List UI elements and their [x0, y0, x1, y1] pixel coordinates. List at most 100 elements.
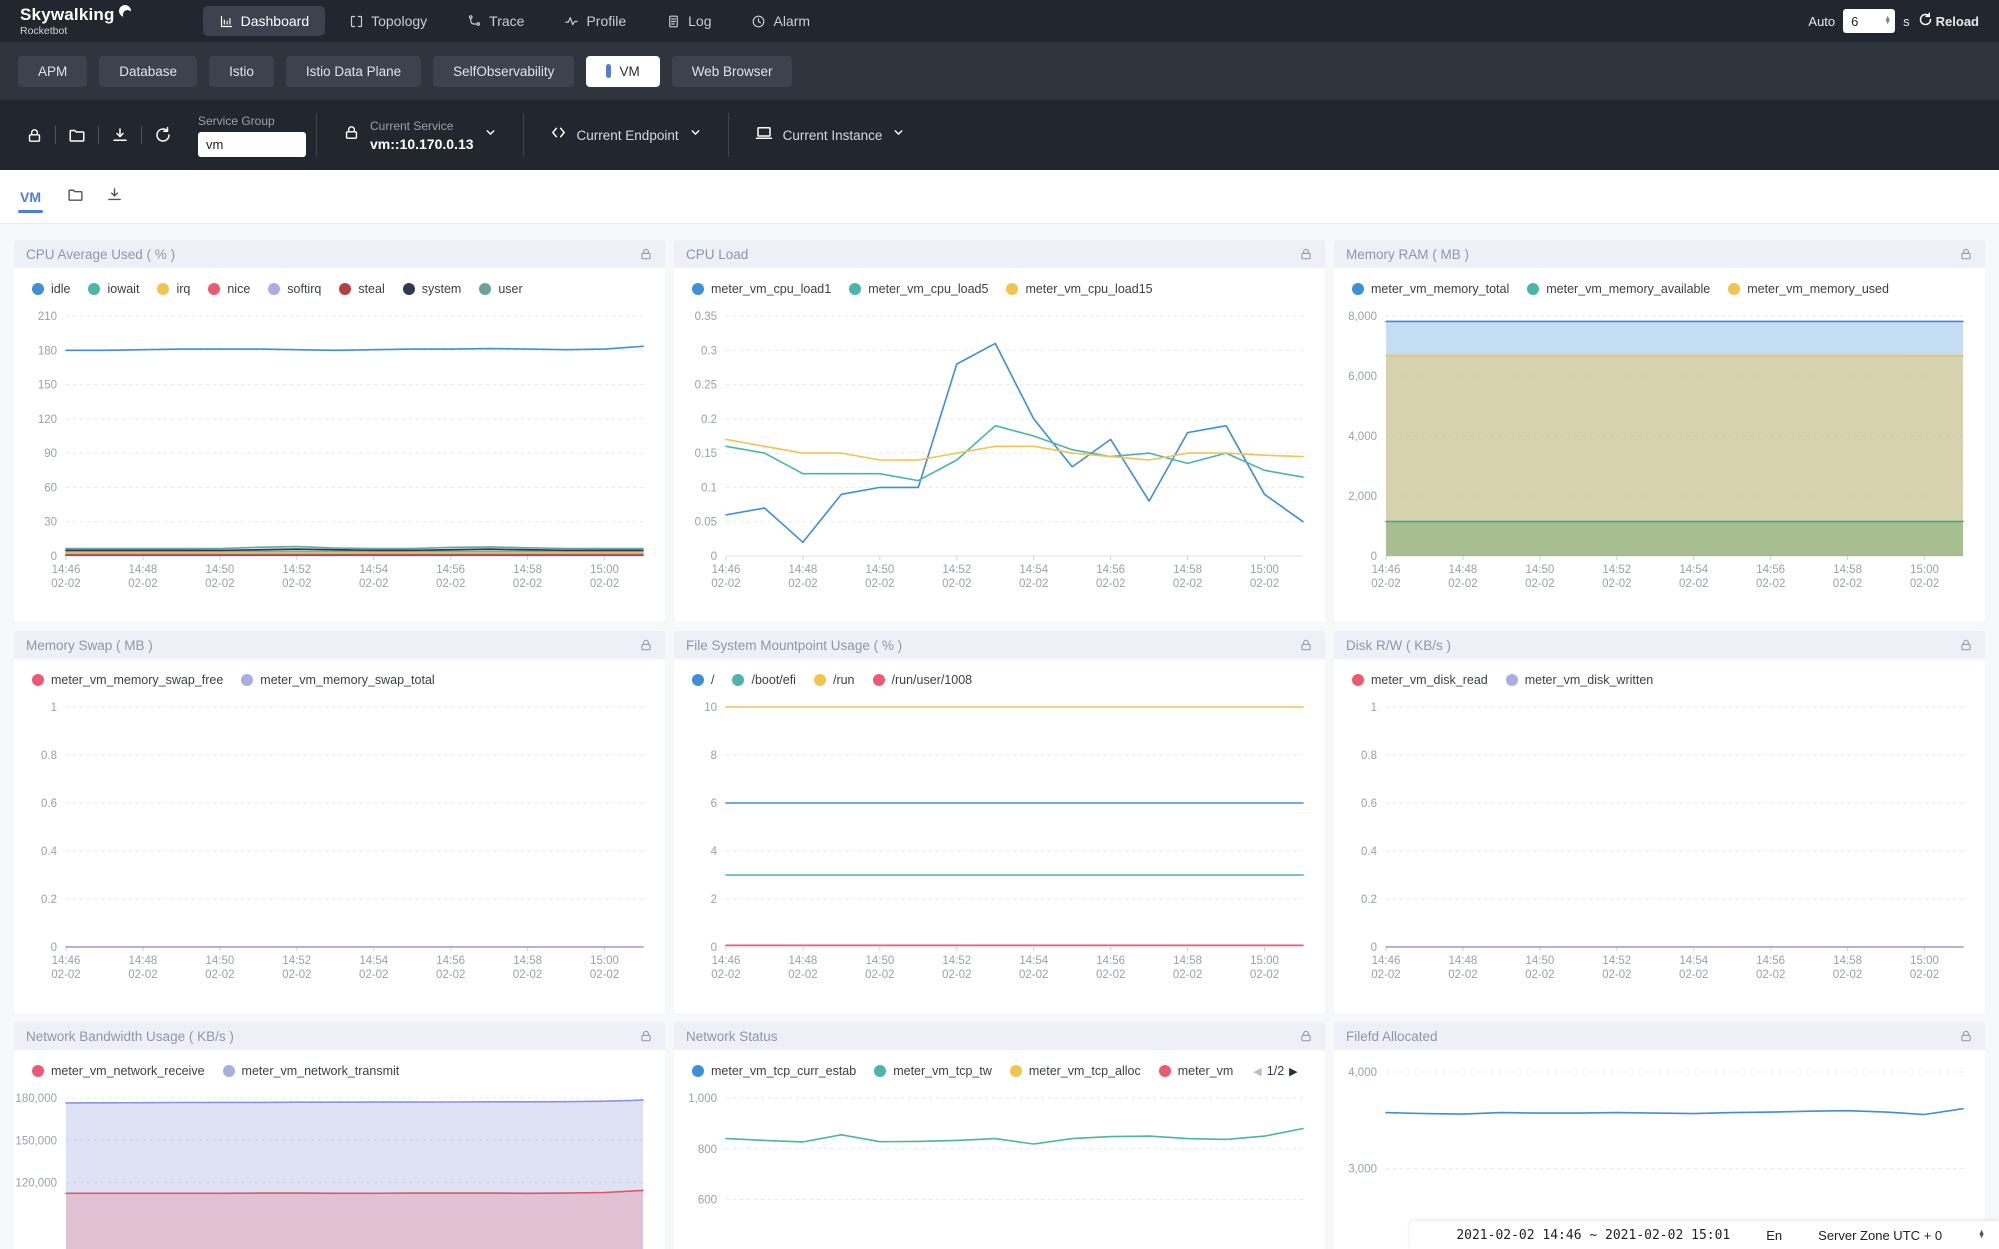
legend-item-meter-vm-memory-swap-free[interactable]: meter_vm_memory_swap_free: [32, 673, 223, 687]
legend-item--run[interactable]: /run: [814, 673, 855, 687]
legend-item-meter-vm-cpu-load1[interactable]: meter_vm_cpu_load1: [692, 282, 831, 296]
tab-istio[interactable]: Istio: [209, 56, 274, 87]
auto-interval-input[interactable]: 6 ▲▼: [1843, 9, 1895, 33]
tab-web-browser[interactable]: Web Browser: [672, 56, 793, 87]
legend-item-meter-vm-memory-used[interactable]: meter_vm_memory_used: [1728, 282, 1889, 296]
tab-vm[interactable]: VM: [20, 170, 41, 223]
svg-text:60: 60: [44, 482, 57, 494]
chart-legend: meter_vm_memory_total meter_vm_memory_ava…: [1334, 268, 1985, 298]
legend-dot: [88, 283, 100, 295]
panel-lock-icon[interactable]: [639, 1029, 653, 1043]
legend-item-meter-vm-memory-total[interactable]: meter_vm_memory_total: [1352, 282, 1509, 296]
svg-text:90: 90: [44, 448, 57, 460]
svg-text:02-02: 02-02: [51, 578, 80, 590]
legend-item-meter-vm-disk-written[interactable]: meter_vm_disk_written: [1506, 673, 1654, 687]
legend-item--[interactable]: /: [692, 673, 714, 687]
panel-lock-icon[interactable]: [1959, 247, 1973, 261]
current-instance-select[interactable]: Current Instance: [739, 124, 922, 147]
legend-item--boot-efi[interactable]: /boot/efi: [732, 673, 795, 687]
legend-item-meter-vm-memory-swap-total[interactable]: meter_vm_memory_swap_total: [241, 673, 434, 687]
top-navbar: Skywalking Rocketbot DashboardTopology Tr…: [0, 0, 1999, 42]
legend-label: meter_vm_network_transmit: [242, 1064, 400, 1078]
download-toolbar-button[interactable]: [99, 126, 141, 144]
panel-title: File System Mountpoint Usage ( % ): [686, 638, 902, 653]
nav-item-dashboard[interactable]: Dashboard: [203, 6, 326, 36]
nav-item-trace[interactable]: Trace: [451, 6, 540, 36]
chart-legend: meter_vm_network_receive meter_vm_network…: [14, 1050, 665, 1080]
current-service-select[interactable]: Current Service vm::10.170.0.13: [327, 119, 513, 152]
panel-header: File System Mountpoint Usage ( % ): [674, 631, 1325, 659]
chart-legend: meter_vm_tcp_curr_estab meter_vm_tcp_tw me…: [674, 1050, 1325, 1080]
lock-toolbar-button[interactable]: [14, 127, 55, 144]
legend-item-meter-vm-network-transmit[interactable]: meter_vm_network_transmit: [223, 1064, 400, 1078]
nav-item-profile[interactable]: Profile: [548, 6, 642, 36]
legend-item--run-user-1008[interactable]: /run/user/1008: [873, 673, 973, 687]
tab-selfobservability[interactable]: SelfObservability: [433, 56, 574, 87]
current-endpoint-select[interactable]: Current Endpoint: [534, 124, 718, 146]
panel-title: Network Bandwidth Usage ( KB/s ): [26, 1029, 234, 1044]
panel-lock-icon[interactable]: [1299, 1029, 1313, 1043]
tab-apm[interactable]: APM: [18, 56, 87, 87]
legend-item-meter-vm-cpu-load5[interactable]: meter_vm_cpu_load5: [849, 282, 988, 296]
legend-item-system[interactable]: system: [403, 282, 462, 296]
nav-item-log[interactable]: Log: [650, 6, 727, 36]
svg-text:02-02: 02-02: [1371, 578, 1400, 590]
panel-lock-icon[interactable]: [1299, 638, 1313, 652]
panel-lock-icon[interactable]: [1299, 247, 1313, 261]
legend-label: meter_vm_disk_read: [1371, 673, 1488, 687]
legend-dot: [732, 674, 744, 686]
svg-text:1: 1: [51, 702, 57, 714]
folder-toolbar-button[interactable]: [56, 126, 98, 144]
svg-text:210: 210: [38, 311, 57, 323]
svg-text:14:52: 14:52: [1602, 564, 1631, 576]
svg-text:02-02: 02-02: [1173, 578, 1202, 590]
refresh-toolbar-button[interactable]: [142, 126, 184, 144]
svg-text:14:52: 14:52: [1602, 955, 1631, 967]
folder-page-button[interactable]: [67, 186, 84, 203]
tab-vm[interactable]: VM: [586, 56, 659, 87]
tab-istio-data-plane[interactable]: Istio Data Plane: [286, 56, 421, 87]
legend-item-irq[interactable]: irq: [157, 282, 190, 296]
auto-interval-spinner[interactable]: ▲▼: [1884, 17, 1891, 25]
panel-lock-icon[interactable]: [1959, 1029, 1973, 1043]
legend-item-steal[interactable]: steal: [339, 282, 384, 296]
reload-button[interactable]: Reload: [1918, 12, 1979, 30]
legend-item-meter-vm[interactable]: meter_vm: [1159, 1064, 1234, 1078]
brand-logo[interactable]: Skywalking Rocketbot: [20, 6, 133, 37]
svg-text:02-02: 02-02: [513, 969, 542, 981]
legend-pager-next[interactable]: ▶: [1289, 1065, 1297, 1078]
server-zone-control[interactable]: Server Zone UTC + 0: [1818, 1228, 1942, 1243]
server-zone-spinner[interactable]: ▲▼: [1978, 1231, 1985, 1239]
legend-item-meter-vm-cpu-load15[interactable]: meter_vm_cpu_load15: [1006, 282, 1152, 296]
dashboard-content: CPU Average Used ( % )idleiowaitirqnices…: [0, 224, 1999, 1249]
chevron-down-icon: [892, 126, 905, 144]
legend-item-meter-vm-network-receive[interactable]: meter_vm_network_receive: [32, 1064, 205, 1078]
legend-item-meter-vm-disk-read[interactable]: meter_vm_disk_read: [1352, 673, 1488, 687]
legend-item-meter-vm-tcp-alloc[interactable]: meter_vm_tcp_alloc: [1010, 1064, 1141, 1078]
legend-item-softirq[interactable]: softirq: [268, 282, 321, 296]
language-switch[interactable]: En: [1766, 1228, 1782, 1243]
svg-text:14:48: 14:48: [129, 564, 158, 576]
panel-lock-icon[interactable]: [639, 638, 653, 652]
legend-pager-prev[interactable]: ◀: [1253, 1065, 1261, 1078]
nav-item-alarm[interactable]: Alarm: [735, 6, 826, 36]
legend-item-meter-vm-tcp-tw[interactable]: meter_vm_tcp_tw: [874, 1064, 992, 1078]
legend-item-meter-vm-tcp-curr-estab[interactable]: meter_vm_tcp_curr_estab: [692, 1064, 856, 1078]
tab-database[interactable]: Database: [99, 56, 197, 87]
nav-item-topology[interactable]: Topology: [333, 6, 443, 36]
trace-icon: [467, 14, 482, 29]
panel-lock-icon[interactable]: [639, 247, 653, 261]
export-page-button[interactable]: [106, 186, 123, 203]
service-group-block: Service Group: [198, 114, 306, 157]
legend-item-iowait[interactable]: iowait: [88, 282, 139, 296]
time-range-picker[interactable]: 2021-02-02 14:46 ~ 2021-02-02 15:01: [1456, 1228, 1730, 1243]
legend-item-nice[interactable]: nice: [208, 282, 250, 296]
legend-item-meter-vm-memory-available[interactable]: meter_vm_memory_available: [1527, 282, 1710, 296]
divider: [316, 113, 317, 157]
legend-item-idle[interactable]: idle: [32, 282, 70, 296]
panel-lock-icon[interactable]: [1959, 638, 1973, 652]
legend-item-user[interactable]: user: [479, 282, 522, 296]
service-group-input[interactable]: [198, 132, 306, 157]
legend-label: meter_vm_memory_swap_total: [260, 673, 434, 687]
svg-text:02-02: 02-02: [1910, 969, 1939, 981]
